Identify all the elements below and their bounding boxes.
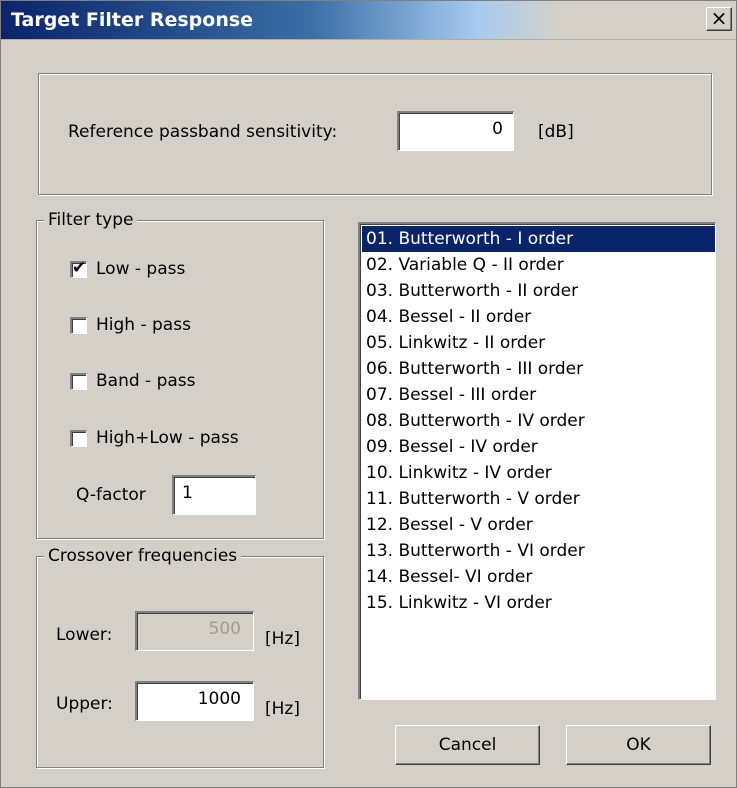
band-pass-checkbox[interactable] — [70, 372, 87, 390]
reference-unit: [dB] — [538, 122, 574, 142]
ok-button[interactable]: OK — [566, 725, 711, 765]
upper-frequency-input[interactable]: 1000 — [135, 681, 254, 721]
checkbox-band-pass[interactable]: Band - pass — [70, 371, 196, 391]
list-item[interactable]: 11. Butterworth - V order — [362, 486, 715, 512]
checkbox-low-pass[interactable]: ✔ Low - pass — [70, 257, 186, 279]
checkbox-high-low-pass[interactable]: High+Low - pass — [70, 428, 239, 448]
close-button[interactable]: × — [706, 7, 732, 31]
low-pass-label: Low - pass — [96, 259, 186, 279]
q-factor-input[interactable]: 1 — [172, 475, 256, 515]
checkmark-icon: ✔ — [72, 257, 87, 278]
upper-frequency-value: 1000 — [197, 689, 241, 709]
upper-frequency-label: Upper: — [56, 694, 113, 714]
list-item[interactable]: 10. Linkwitz - IV order — [362, 460, 715, 486]
list-item[interactable]: 01. Butterworth - I order — [362, 226, 715, 252]
list-item[interactable]: 05. Linkwitz - II order — [362, 330, 715, 356]
list-item[interactable]: 08. Butterworth - IV order — [362, 408, 715, 434]
q-factor-label: Q-factor — [76, 485, 146, 505]
band-pass-label: Band - pass — [96, 371, 196, 391]
lower-frequency-label: Lower: — [56, 625, 113, 645]
filter-type-legend: Filter type — [44, 210, 138, 230]
title-bar: Target Filter Response × — [1, 1, 736, 40]
high-pass-label: High - pass — [96, 315, 191, 335]
lower-frequency-unit: [Hz] — [265, 629, 300, 649]
list-item[interactable]: 06. Butterworth - III order — [362, 356, 715, 382]
list-item[interactable]: 09. Bessel - IV order — [362, 434, 715, 460]
window-title: Target Filter Response — [11, 9, 254, 31]
close-icon: × — [710, 6, 728, 30]
low-pass-checkbox[interactable]: ✔ — [70, 257, 87, 278]
list-item[interactable]: 13. Butterworth - VI order — [362, 538, 715, 564]
filter-order-listbox[interactable]: 01. Butterworth - I order 02. Variable Q … — [358, 222, 716, 700]
reference-label: Reference passband sensitivity: — [68, 122, 338, 142]
list-item[interactable]: 07. Bessel - III order — [362, 382, 715, 408]
list-item[interactable]: 02. Variable Q - II order — [362, 252, 715, 278]
high-low-pass-label: High+Low - pass — [96, 428, 239, 448]
crossover-frequencies-group: Crossover frequencies — [36, 546, 324, 768]
list-item[interactable]: 03. Butterworth - II order — [362, 278, 715, 304]
list-item[interactable]: 14. Bessel- VI order — [362, 564, 715, 590]
high-pass-checkbox[interactable] — [70, 316, 87, 334]
q-factor-value: 1 — [182, 483, 193, 503]
checkbox-high-pass[interactable]: High - pass — [70, 315, 191, 335]
list-item[interactable]: 04. Bessel - II order — [362, 304, 715, 330]
crossover-frequencies-legend: Crossover frequencies — [44, 546, 242, 566]
lower-frequency-input: 500 — [135, 611, 254, 651]
reference-sensitivity-input[interactable]: 0 — [397, 111, 514, 151]
filter-order-list: 01. Butterworth - I order 02. Variable Q … — [362, 226, 715, 616]
list-item[interactable]: 15. Linkwitz - VI order — [362, 590, 715, 616]
lower-frequency-value: 500 — [208, 619, 241, 639]
target-filter-response-dialog: Target Filter Response × Reference passb… — [0, 0, 737, 788]
cancel-button[interactable]: Cancel — [395, 725, 540, 765]
high-low-pass-checkbox[interactable] — [70, 429, 87, 447]
reference-sensitivity-value: 0 — [492, 119, 503, 139]
upper-frequency-unit: [Hz] — [265, 699, 300, 719]
list-item[interactable]: 12. Bessel - V order — [362, 512, 715, 538]
